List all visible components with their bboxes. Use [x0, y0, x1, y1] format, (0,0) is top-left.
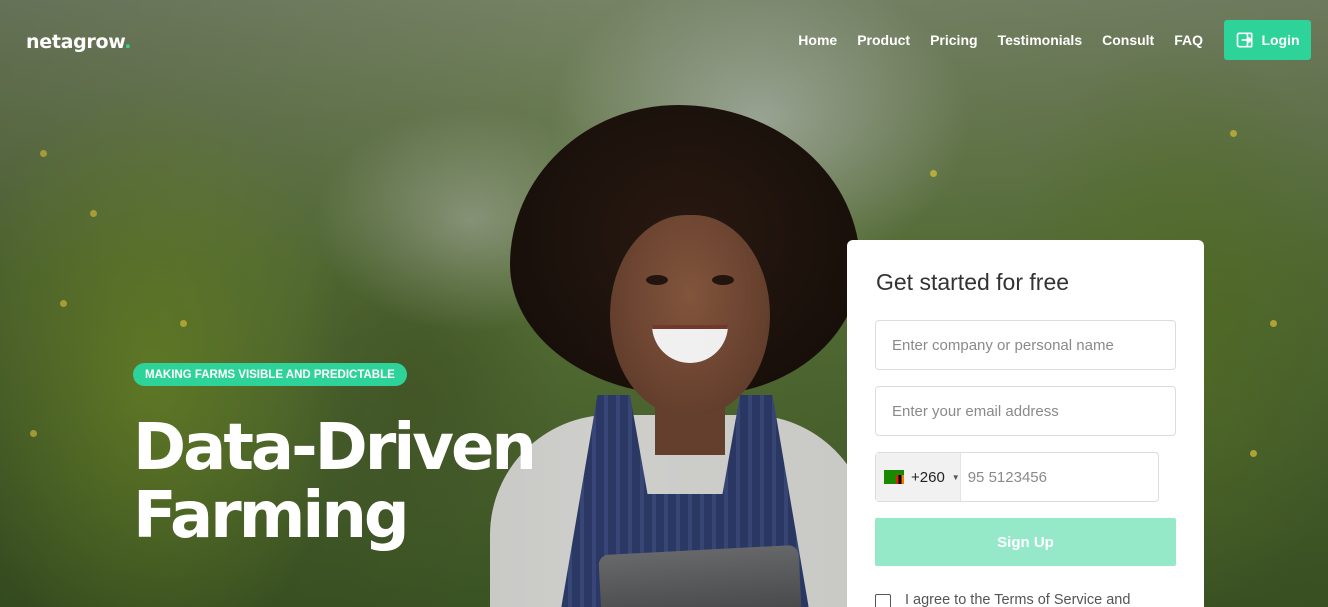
signup-button[interactable]: Sign Up — [875, 518, 1176, 566]
nav-links: Home Product Pricing Testimonials Consul… — [778, 32, 1203, 48]
email-input[interactable] — [875, 386, 1176, 436]
brand-logo[interactable]: netagrow. — [26, 31, 131, 53]
nav-link-consult[interactable]: Consult — [1102, 32, 1154, 48]
nav-link-home[interactable]: Home — [798, 32, 837, 48]
login-button[interactable]: Login — [1224, 20, 1311, 60]
hero-headline: Data-Driven Farming — [133, 411, 537, 553]
terms-text: I agree to the Terms of Service and — [905, 592, 1131, 607]
nav-link-faq[interactable]: FAQ — [1174, 32, 1203, 48]
phone-input[interactable] — [960, 453, 1167, 501]
country-code-selector[interactable]: +260 ▼ — [876, 453, 961, 501]
nav-link-pricing[interactable]: Pricing — [930, 32, 977, 48]
phone-field: +260 ▼ — [875, 452, 1167, 502]
nav-link-testimonials[interactable]: Testimonials — [998, 32, 1083, 48]
country-code: +260 — [911, 468, 945, 486]
headline-line-1: Data-Driven — [133, 411, 537, 485]
signup-form-card: Get started for free +260 ▼ Sign Up I ag… — [847, 240, 1204, 607]
top-navigation: netagrow. Home Product Pricing Testimoni… — [0, 0, 1328, 80]
form-title: Get started for free — [876, 269, 1070, 295]
hero-badge: MAKING FARMS VISIBLE AND PREDICTABLE — [133, 363, 407, 386]
zambia-flag-icon — [884, 470, 904, 484]
caret-down-icon: ▼ — [951, 472, 960, 482]
terms-row: I agree to the Terms of Service and — [875, 592, 1130, 607]
login-label: Login — [1261, 32, 1300, 48]
name-input[interactable] — [875, 320, 1176, 370]
headline-line-2: Farming — [133, 479, 410, 553]
login-icon — [1237, 32, 1253, 48]
nav-link-product[interactable]: Product — [857, 32, 910, 48]
terms-checkbox[interactable] — [875, 594, 891, 607]
